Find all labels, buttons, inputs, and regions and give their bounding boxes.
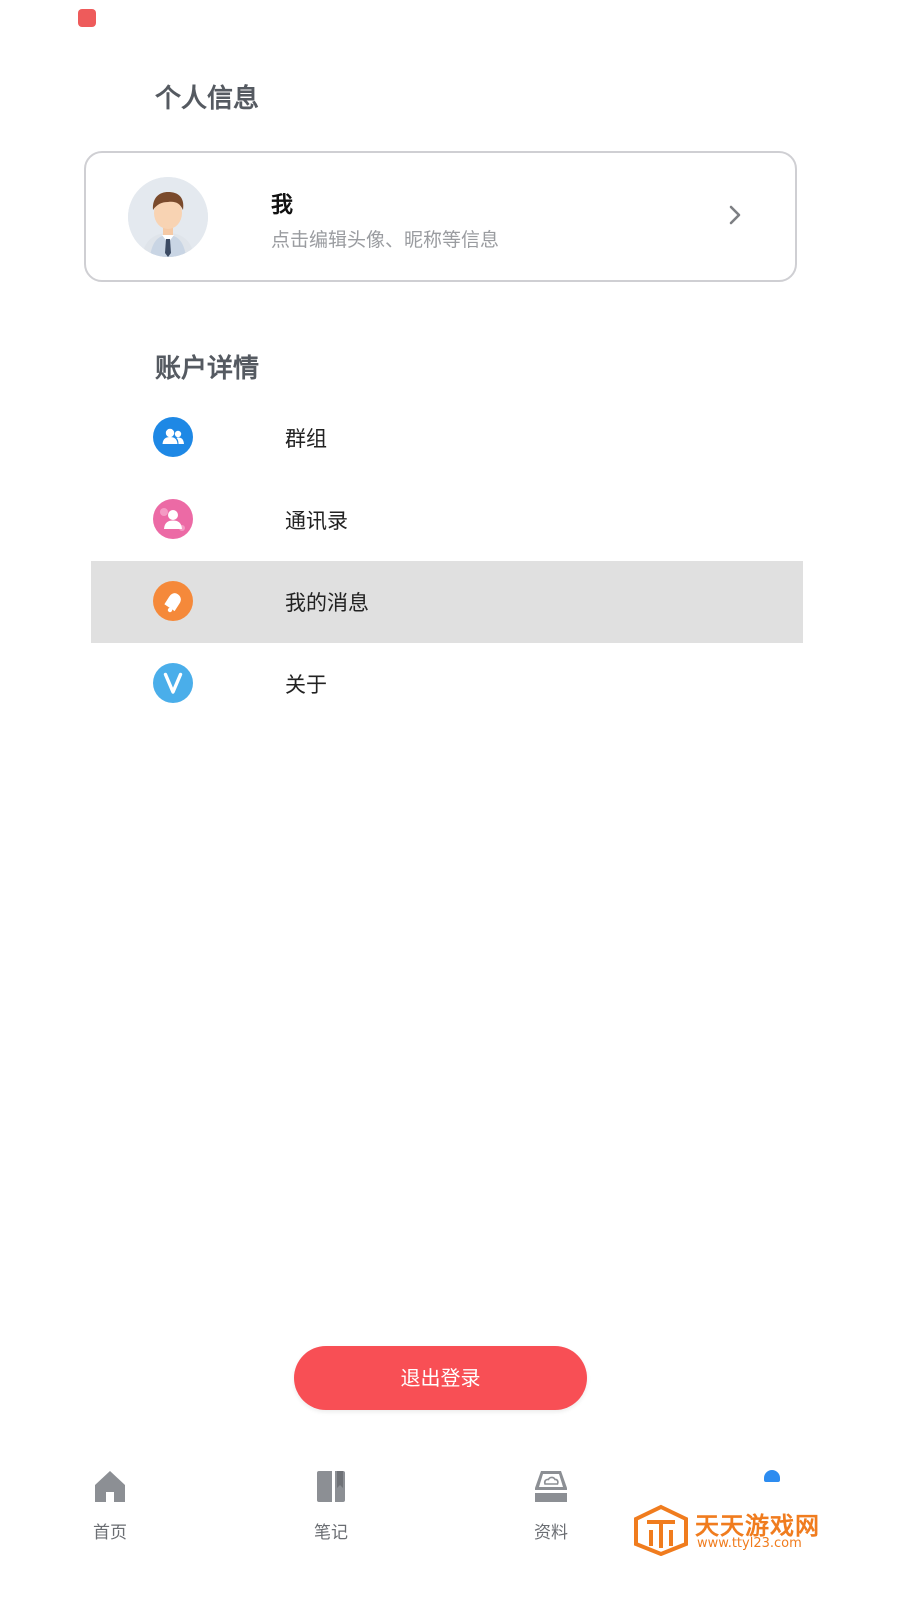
notebook-icon bbox=[317, 1471, 345, 1502]
account-details-title: 账户详情 bbox=[155, 354, 260, 384]
tab-label: 首页 bbox=[93, 1523, 127, 1543]
logout-button[interactable]: 退出登录 bbox=[294, 1346, 587, 1410]
watermark-logo-icon bbox=[634, 1504, 688, 1556]
contacts-icon bbox=[153, 499, 193, 539]
site-watermark: 天天游戏网 www.ttyl23.com bbox=[633, 1504, 843, 1556]
tab-notes[interactable]: 笔记 bbox=[291, 1466, 371, 1556]
menu-item-contacts[interactable]: 通讯录 bbox=[91, 479, 803, 561]
tab-label: 资料 bbox=[534, 1523, 568, 1543]
bell-icon bbox=[153, 581, 193, 621]
profile-name: 我 bbox=[271, 193, 294, 218]
menu-item-about[interactable]: 关于 bbox=[91, 643, 803, 725]
tab-label: 笔记 bbox=[314, 1523, 348, 1543]
tab-files[interactable]: 资料 bbox=[511, 1466, 591, 1556]
profile-page: 个人信息 我 点击编辑头像、昵称等信息 账户详情 群组 通讯录 我的消息 关于 … bbox=[0, 0, 900, 1600]
menu-item-label: 通讯录 bbox=[285, 509, 348, 533]
profile-card[interactable]: 我 点击编辑头像、昵称等信息 bbox=[84, 151, 797, 282]
chevron-right-icon bbox=[723, 203, 747, 227]
about-v-icon bbox=[153, 663, 193, 703]
cloud-box-icon bbox=[535, 1471, 567, 1502]
group-icon bbox=[153, 417, 193, 457]
profile-icon bbox=[764, 1470, 780, 1482]
home-icon bbox=[95, 1471, 125, 1502]
menu-item-my-messages[interactable]: 我的消息 bbox=[91, 561, 803, 643]
menu-item-label: 我的消息 bbox=[285, 591, 369, 615]
user-avatar-icon bbox=[128, 177, 208, 257]
profile-hint: 点击编辑头像、昵称等信息 bbox=[271, 229, 500, 251]
menu-item-label: 关于 bbox=[285, 673, 327, 697]
app-icon bbox=[78, 9, 96, 27]
watermark-url: www.ttyl23.com bbox=[697, 1536, 802, 1551]
menu-item-groups[interactable]: 群组 bbox=[91, 397, 803, 479]
tab-home[interactable]: 首页 bbox=[70, 1466, 150, 1556]
menu-item-label: 群组 bbox=[285, 427, 327, 451]
personal-info-title: 个人信息 bbox=[155, 84, 260, 114]
